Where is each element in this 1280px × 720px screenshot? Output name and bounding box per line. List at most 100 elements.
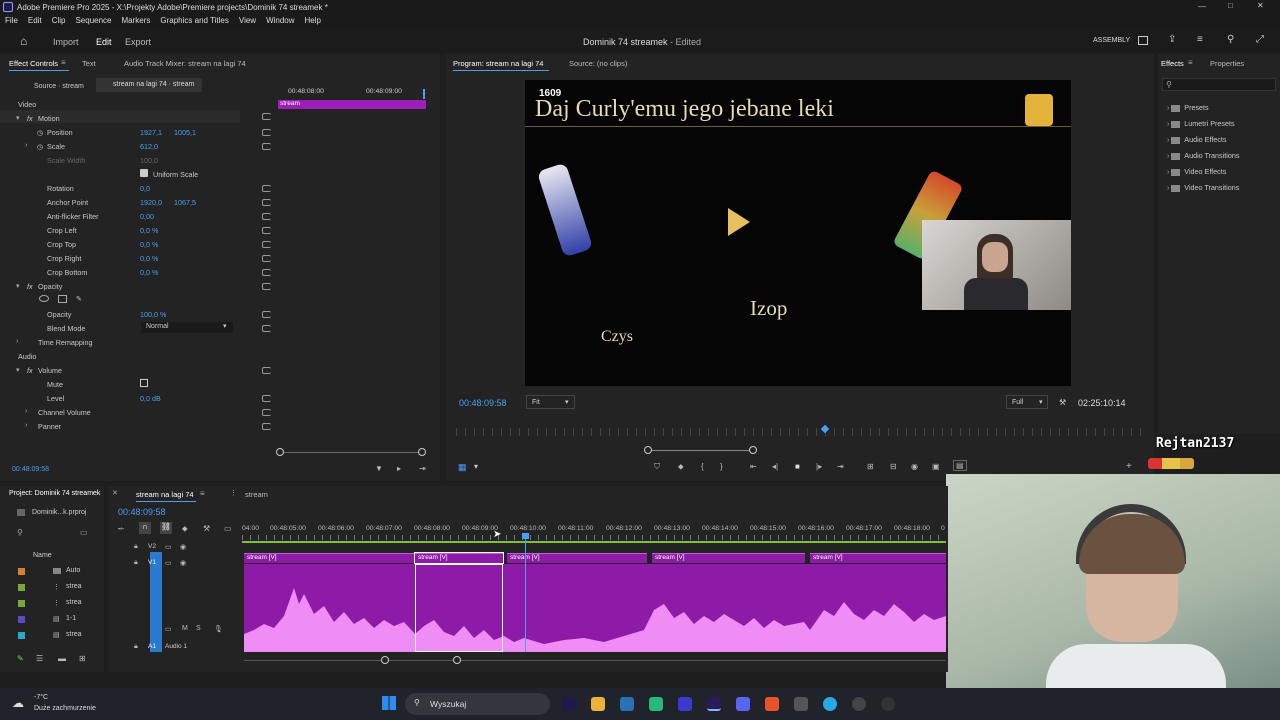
toggle-output-icon[interactable]: ▭ bbox=[165, 543, 172, 551]
reset-icon[interactable] bbox=[262, 241, 271, 248]
tab-source[interactable]: Source: (no clips) bbox=[569, 59, 627, 68]
steam-icon[interactable] bbox=[620, 697, 634, 711]
project-list-item[interactable]: ⋮ strea bbox=[18, 582, 88, 593]
settings-grid-icon[interactable]: ▦ bbox=[458, 462, 467, 473]
filter-icon[interactable]: ▼ bbox=[375, 464, 383, 473]
scale-value[interactable]: 612,0 bbox=[140, 142, 158, 151]
overwrite-icon[interactable]: ⊟ bbox=[890, 462, 897, 471]
program-zoom-bar[interactable] bbox=[648, 450, 754, 451]
toggle-output-icon[interactable]: ▭ bbox=[165, 559, 172, 567]
panel-menu-icon[interactable]: ≡ bbox=[61, 58, 66, 67]
level-value[interactable]: 0,0 dB bbox=[140, 394, 161, 403]
workspaces-icon[interactable] bbox=[1138, 36, 1148, 45]
reset-icon[interactable] bbox=[262, 213, 271, 220]
mark-in-icon[interactable]: { bbox=[701, 462, 704, 471]
obs-icon[interactable] bbox=[881, 697, 895, 711]
position-y[interactable]: 1005,1 bbox=[174, 128, 196, 137]
reset-icon[interactable] bbox=[262, 409, 271, 416]
effects-folder-video-transitions[interactable]: › Video Transitions bbox=[1167, 183, 1239, 192]
wrench-icon[interactable]: ⚒ bbox=[1059, 398, 1066, 407]
file-explorer-icon[interactable] bbox=[591, 697, 605, 711]
reset-icon[interactable] bbox=[262, 199, 271, 206]
zoom-slider-track[interactable] bbox=[280, 452, 422, 453]
share-icon[interactable]: ⇪ bbox=[1168, 34, 1176, 45]
close-tab-icon[interactable]: ✕ bbox=[112, 489, 118, 497]
effect-controls-timecode[interactable]: 00:48:09:58 bbox=[12, 466, 49, 473]
tab-effects[interactable]: Effects bbox=[1161, 59, 1184, 68]
step-back-icon[interactable]: ◂| bbox=[772, 462, 778, 471]
project-list-item[interactable]: ⋮ strea bbox=[18, 598, 88, 609]
premiere-taskbar-icon[interactable] bbox=[707, 697, 721, 711]
rotation-value[interactable]: 0,0 bbox=[140, 184, 150, 193]
reset-icon[interactable] bbox=[262, 367, 271, 374]
app-icon[interactable] bbox=[794, 697, 808, 711]
mark-out-icon[interactable]: } bbox=[720, 462, 723, 471]
anchor-y[interactable]: 1067,5 bbox=[174, 198, 196, 207]
eye-icon[interactable]: ◉ bbox=[180, 559, 186, 567]
effects-folder-audio-transitions[interactable]: › Audio Transitions bbox=[1167, 151, 1239, 160]
source-selector[interactable]: Source · stream bbox=[34, 83, 84, 90]
panel-menu-icon[interactable]: ≡ bbox=[1188, 58, 1193, 67]
effects-folder-video-effects[interactable]: › Video Effects bbox=[1167, 167, 1226, 176]
project-list-item[interactable]: Auto bbox=[18, 566, 88, 577]
crop-left-value[interactable]: 0,0 % bbox=[140, 226, 158, 235]
start-button[interactable] bbox=[382, 696, 396, 710]
mute-track-icon[interactable]: M bbox=[182, 625, 188, 632]
add-marker-icon[interactable]: ⬥ bbox=[182, 524, 188, 534]
home-icon[interactable]: ⌂ bbox=[20, 34, 27, 48]
search-icon[interactable]: ⚲ bbox=[1227, 34, 1234, 45]
crop-right-value[interactable]: 0,0 % bbox=[140, 254, 158, 263]
menu-graphics[interactable]: Graphics and Titles bbox=[155, 15, 233, 29]
brave-icon[interactable] bbox=[765, 697, 779, 711]
timeline-playhead[interactable] bbox=[525, 536, 526, 652]
menu-view[interactable]: View bbox=[234, 15, 261, 29]
track-a1-label[interactable]: A1 bbox=[148, 643, 156, 650]
play-clip-icon[interactable]: ▸ bbox=[397, 464, 401, 473]
scale-twisty[interactable]: › bbox=[25, 142, 27, 149]
panner-twisty[interactable]: › bbox=[25, 422, 27, 429]
chatgpt-icon[interactable] bbox=[852, 697, 866, 711]
program-ruler[interactable] bbox=[456, 428, 1144, 436]
comparison-icon[interactable]: ▣ bbox=[932, 462, 940, 471]
v1-source-patch[interactable] bbox=[150, 552, 162, 652]
reset-icon[interactable] bbox=[262, 423, 271, 430]
edit-tab[interactable]: Edit bbox=[96, 37, 112, 47]
track-v2-label[interactable]: V2 bbox=[148, 543, 156, 550]
telegram-icon[interactable] bbox=[823, 697, 837, 711]
timeline-scroll-handle-right[interactable] bbox=[453, 656, 461, 664]
freeform-view-icon[interactable]: ⊞ bbox=[79, 654, 86, 663]
anchor-x[interactable]: 1920,0 bbox=[140, 198, 162, 207]
menu-window[interactable]: Window bbox=[261, 15, 299, 29]
taskbar-search[interactable]: ⚲ Wyszukaj bbox=[405, 693, 550, 715]
reset-icon[interactable] bbox=[262, 185, 271, 192]
panel-menu-icon[interactable]: ≡ bbox=[200, 489, 205, 498]
nest-icon[interactable]: ⤝ bbox=[118, 524, 124, 534]
reset-icon[interactable] bbox=[262, 113, 271, 120]
xbox-icon[interactable] bbox=[649, 697, 663, 711]
wrench-icon[interactable]: ⚒ bbox=[203, 524, 210, 533]
new-bin-icon[interactable]: ▭ bbox=[80, 528, 88, 537]
reset-icon[interactable] bbox=[262, 129, 271, 136]
menu-sequence[interactable]: Sequence bbox=[70, 15, 116, 29]
mic-icon[interactable]: 🎙︎ bbox=[214, 625, 223, 633]
project-list-item[interactable]: ▤ 1-1 bbox=[18, 614, 88, 625]
reset-icon[interactable] bbox=[262, 395, 271, 402]
opacity-group-twisty[interactable]: ▾ bbox=[16, 282, 20, 290]
reset-icon[interactable] bbox=[262, 227, 271, 234]
tab-properties[interactable]: Properties bbox=[1210, 59, 1244, 68]
discord-icon[interactable] bbox=[736, 697, 750, 711]
fullscreen-icon[interactable]: ⤢ bbox=[1256, 34, 1264, 45]
quality-dropdown[interactable]: Full ▾ bbox=[1006, 395, 1048, 409]
reset-icon[interactable] bbox=[262, 325, 271, 332]
button-editor-icon[interactable]: ▤ bbox=[953, 460, 967, 471]
tab-effect-controls[interactable]: Effect Controls bbox=[9, 59, 58, 68]
menu-file[interactable]: File bbox=[0, 15, 23, 29]
reset-icon[interactable] bbox=[262, 269, 271, 276]
work-area-bar[interactable] bbox=[242, 541, 946, 543]
program-zoom-handle-left[interactable] bbox=[644, 446, 652, 454]
fit-dropdown[interactable]: Fit ▾ bbox=[526, 395, 575, 409]
blend-mode-dropdown[interactable]: Normal ▾ bbox=[141, 322, 233, 333]
reset-icon[interactable] bbox=[262, 283, 271, 290]
panels-icon[interactable]: ≡ bbox=[1197, 34, 1203, 45]
effects-folder-audio-effects[interactable]: › Audio Effects bbox=[1167, 135, 1227, 144]
